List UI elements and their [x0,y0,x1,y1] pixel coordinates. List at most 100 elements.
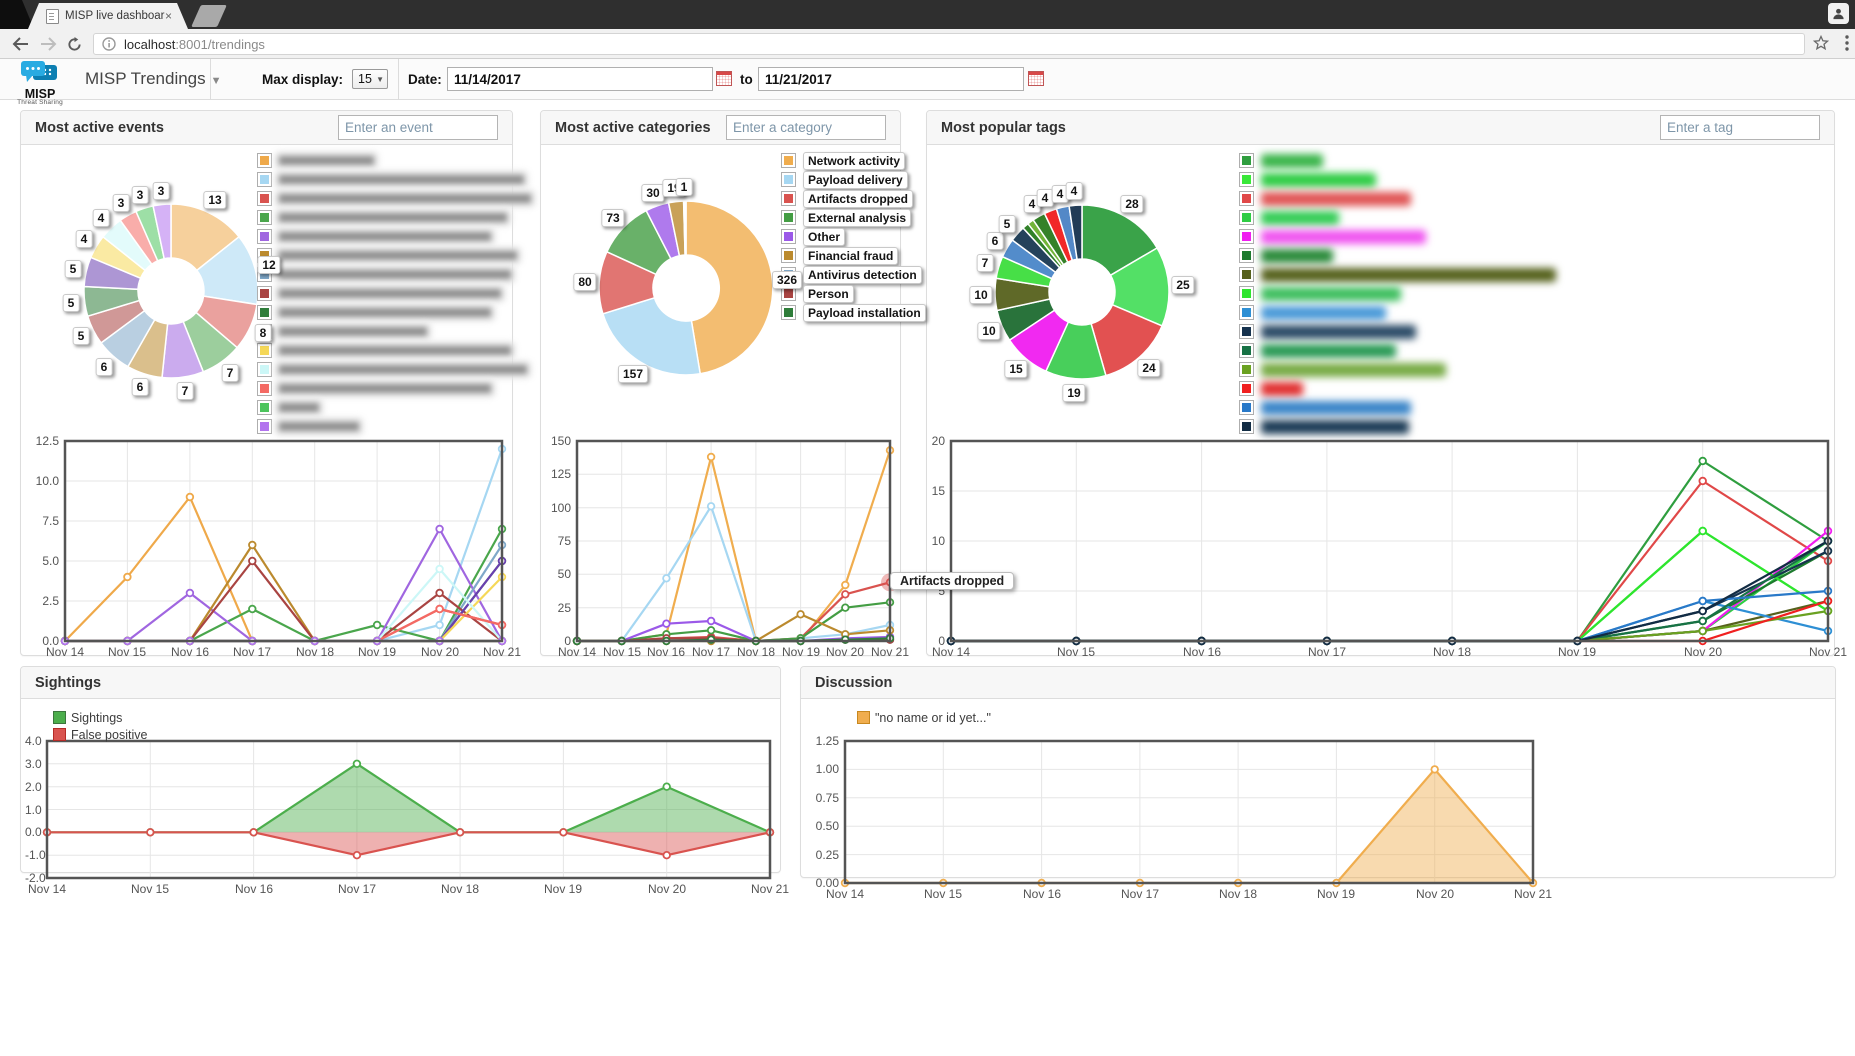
x-axis-tick: Nov 14 [37,645,93,659]
x-axis-tick: Nov 19 [535,882,591,896]
legend-label: Other [803,228,845,246]
legend-item[interactable] [1239,341,1556,360]
legend-swatch [781,210,796,225]
legend-item[interactable] [257,189,531,208]
legend-swatch [781,191,796,206]
legend-label: Person [803,285,854,303]
legend-item[interactable] [1239,151,1556,170]
date-from-input[interactable] [447,67,713,91]
new-tab-button[interactable] [191,5,227,27]
panel-most-popular-tags: Most popular tags 282524191510107654444 … [926,110,1835,656]
bookmark-star-icon[interactable] [1813,35,1829,56]
legend-item[interactable]: Network activity [781,151,926,170]
legend-item[interactable] [1239,189,1556,208]
donut-svg [964,174,1200,410]
brand-subtitle: Threat Sharing [12,99,68,106]
back-icon[interactable] [8,32,32,56]
browser-tab[interactable]: MISP live dashboard × [28,3,188,29]
x-axis-tick: Nov 21 [474,645,530,659]
legend-item[interactable] [1239,208,1556,227]
legend-item[interactable] [1239,360,1556,379]
legend-item[interactable]: Payload delivery [781,170,926,189]
redacted-tag-pill [1261,192,1411,206]
legend-item[interactable] [257,170,531,189]
legend-item[interactable] [257,322,531,341]
legend-item[interactable] [1239,322,1556,341]
legend-item[interactable] [257,303,531,322]
line-chart-svg [25,735,778,900]
legend-swatch [781,305,796,320]
events-line-chart[interactable]: 0.02.55.07.510.012.5Nov 14Nov 15Nov 16No… [25,435,510,663]
legend-item[interactable] [1239,303,1556,322]
tag-search-input[interactable] [1660,115,1820,140]
address-bar[interactable]: localhost:8001/trendings [93,33,1805,55]
legend-item[interactable] [1239,246,1556,265]
y-axis-tick: 100 [545,501,571,515]
legend-item[interactable]: Payload installation [781,303,926,322]
pie-value-label: 6 [987,232,1004,250]
legend-item[interactable]: External analysis [781,208,926,227]
legend-item[interactable] [257,379,531,398]
x-axis-tick: Nov 15 [122,882,178,896]
legend-item[interactable] [257,265,531,284]
date-to-input[interactable] [758,67,1024,91]
legend-item[interactable] [257,227,531,246]
legend-item[interactable] [1239,284,1556,303]
misp-logo[interactable]: MISP Threat Sharing [12,61,68,106]
menu-dots-icon[interactable] [1845,35,1849,56]
legend-item[interactable] [257,398,531,417]
legend-item[interactable] [1239,170,1556,189]
profile-avatar-icon[interactable] [1828,3,1849,24]
category-search-input[interactable] [726,115,886,140]
legend-item[interactable] [257,284,531,303]
categories-line-chart[interactable]: 0255075100125150Nov 14Nov 15Nov 16Nov 17… [545,435,898,663]
date-label: Date: [408,72,442,87]
pie-value-label: 24 [1137,359,1160,377]
legend-item: False positive [53,726,147,743]
max-display-select[interactable]: 15▼ [352,69,388,89]
redacted-label [279,384,491,393]
y-axis-tick: 3.0 [25,757,41,771]
legend-item[interactable] [257,341,531,360]
tags-line-chart[interactable]: 05101520Nov 14Nov 15Nov 16Nov 17Nov 18No… [929,435,1834,663]
legend-item[interactable] [257,417,531,436]
refresh-icon[interactable] [62,32,86,56]
browser-tab-strip: MISP live dashboard × [0,0,1855,29]
legend-item[interactable] [257,151,531,170]
legend-item[interactable] [1239,265,1556,284]
panel-sightings: Sightings SightingsFalse positive 4.03.0… [20,666,781,873]
legend-item[interactable]: Other [781,227,926,246]
legend-item[interactable] [257,208,531,227]
tab-close-icon[interactable]: × [165,10,172,22]
y-axis-tick: 2.0 [25,780,41,794]
legend-item[interactable] [257,360,531,379]
legend-item[interactable] [1239,398,1556,417]
y-axis-tick: 1.0 [25,803,41,817]
calendar-icon[interactable] [716,71,732,86]
x-axis-tick: Nov 21 [1505,887,1561,901]
panel-discussion: Discussion "no name or id yet..." 1.251.… [800,666,1836,878]
panel-header: Most active events [21,111,512,145]
legend-swatch [1239,400,1254,415]
x-axis-tick: Nov 16 [162,645,218,659]
info-icon[interactable] [102,37,116,51]
y-axis-tick: 25 [545,601,571,615]
legend-item[interactable] [257,246,531,265]
legend-item[interactable] [1239,379,1556,398]
legend-item[interactable]: Financial fraud [781,246,926,265]
redacted-label [279,270,511,279]
legend-item[interactable]: Artifacts dropped [781,189,926,208]
y-axis-tick: 0.25 [807,848,839,862]
legend-item[interactable]: Person [781,284,926,303]
event-search-input[interactable] [338,115,498,140]
legend-label: Payload installation [803,304,926,322]
legend-swatch [257,343,272,358]
legend-item[interactable] [1239,227,1556,246]
app-title-dropdown[interactable]: MISP Trendings▼ [85,69,222,89]
url-host: localhost [124,37,175,52]
redacted-label [279,156,374,165]
url-path: :8001/trendings [175,37,265,52]
calendar-icon[interactable] [1028,71,1044,86]
legend-item[interactable]: Antivirus detection [781,265,926,284]
legend-item[interactable] [1239,417,1556,436]
